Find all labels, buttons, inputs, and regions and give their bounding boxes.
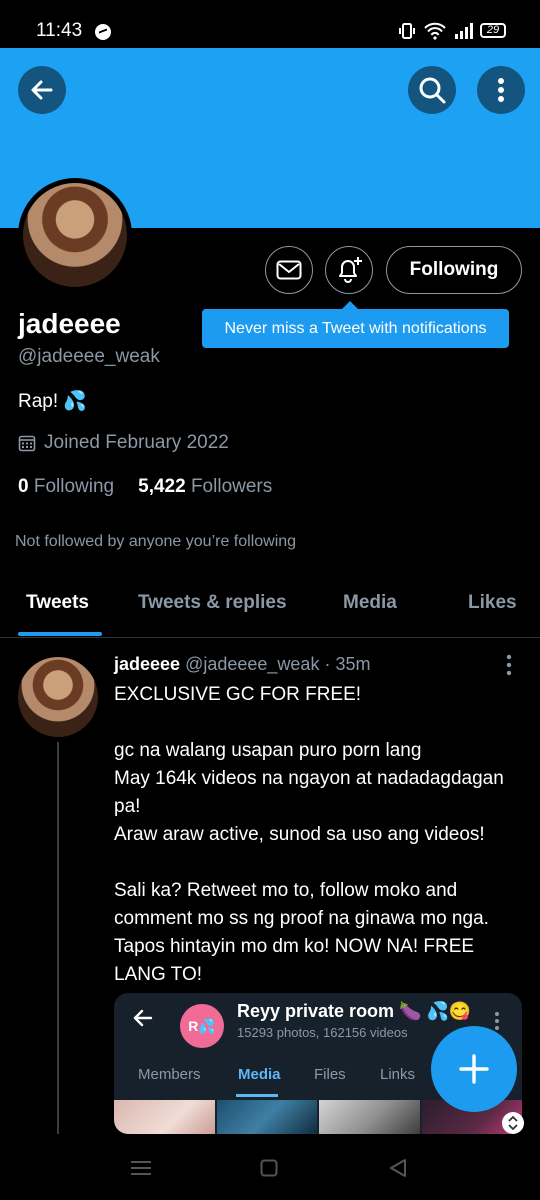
media-thumb	[319, 1100, 420, 1134]
more-options-button[interactable]	[477, 66, 525, 114]
back-button[interactable]	[18, 66, 66, 114]
media-tab-files: Files	[314, 1066, 346, 1083]
media-group-subtitle: 15293 photos, 162156 videos	[237, 1025, 408, 1040]
media-tab-members: Members	[138, 1066, 201, 1083]
following-stat[interactable]: 0 Following	[18, 476, 114, 498]
following-label: Following	[33, 476, 115, 497]
system-nav-bar	[0, 1134, 540, 1200]
messenger-icon	[95, 24, 111, 40]
media-tab-indicator	[236, 1094, 278, 1097]
notifications-button[interactable]	[325, 246, 373, 294]
joined-date: Joined February 2022	[18, 432, 229, 454]
more-vertical-icon	[495, 1012, 499, 1030]
vibrate-icon	[399, 23, 415, 39]
status-time: 11:43	[36, 20, 83, 41]
following-button[interactable]: Following	[386, 246, 522, 294]
media-group-title: Reyy private room 🍆 💦😋	[237, 1001, 472, 1021]
search-icon	[419, 77, 446, 104]
status-icons	[398, 22, 476, 40]
media-tab-media: Media	[238, 1066, 281, 1083]
avatar-image	[23, 183, 127, 287]
back-triangle-icon[interactable]	[388, 1158, 408, 1178]
calendar-icon	[18, 435, 36, 452]
followers-label: Followers	[190, 476, 273, 497]
battery-indicator: 29	[480, 23, 506, 38]
tweet-time: · 35m	[324, 654, 371, 674]
media-thumb	[114, 1100, 215, 1134]
bell-plus-icon	[339, 257, 362, 283]
more-vertical-icon	[506, 654, 512, 676]
follow-stats: 0 Following 5,422 Followers	[18, 476, 272, 498]
arrow-left-icon	[31, 80, 53, 100]
wifi-icon	[424, 22, 446, 40]
joined-text: Joined February 2022	[44, 432, 229, 453]
following-count: 0	[18, 476, 29, 497]
fast-scroll-handle[interactable]	[502, 1112, 524, 1134]
tab-tweets-replies[interactable]: Tweets & replies	[138, 592, 287, 614]
plus-icon	[459, 1054, 489, 1084]
active-tab-indicator	[18, 632, 102, 636]
followers-count: 5,422	[138, 476, 186, 497]
status-bar: 11:43 29	[0, 0, 540, 48]
home-icon[interactable]	[260, 1159, 278, 1177]
arrow-left-icon	[133, 1009, 153, 1027]
tweet-avatar[interactable]	[18, 657, 98, 737]
profile-avatar[interactable]	[18, 178, 132, 292]
tweet-more-button[interactable]	[504, 654, 514, 681]
tab-tweets[interactable]: Tweets	[26, 592, 89, 614]
tab-likes[interactable]: Likes	[468, 592, 517, 614]
profile-bio: Rap! 💦	[18, 391, 88, 412]
profile-display-name: jadeeee	[18, 308, 121, 339]
tweet-author-name[interactable]: jadeeee	[114, 654, 180, 674]
media-back-arrow	[132, 1007, 154, 1034]
search-button[interactable]	[408, 66, 456, 114]
media-thumb	[216, 1100, 317, 1134]
profile-tabs: Tweets Tweets & replies Media Likes	[0, 580, 540, 638]
thread-line	[57, 742, 59, 1134]
message-button[interactable]	[265, 246, 313, 294]
tab-media[interactable]: Media	[343, 592, 397, 614]
signal-icon	[455, 23, 473, 39]
media-group-avatar: R💦	[180, 1004, 224, 1048]
mail-icon	[276, 260, 302, 280]
media-tab-links: Links	[380, 1066, 416, 1083]
more-vertical-icon	[498, 78, 504, 102]
menu-icon[interactable]	[130, 1160, 152, 1176]
notifications-tooltip[interactable]: Never miss a Tweet with notifications	[202, 301, 509, 348]
compose-tweet-button[interactable]	[431, 1026, 517, 1112]
tweet-text: EXCLUSIVE GC FOR FREE! gc na walang usap…	[114, 684, 504, 985]
profile-handle: @jadeeee_weak	[18, 346, 160, 367]
tweet-author-handle[interactable]: @jadeeee_weak	[185, 654, 319, 674]
not-followed-note: Not followed by anyone you’re following	[15, 533, 297, 550]
tweet-header: jadeeee @jadeeee_weak · 35m	[114, 654, 370, 675]
followers-stat[interactable]: 5,422 Followers	[138, 476, 272, 498]
scroll-arrows-icon	[508, 1116, 518, 1130]
